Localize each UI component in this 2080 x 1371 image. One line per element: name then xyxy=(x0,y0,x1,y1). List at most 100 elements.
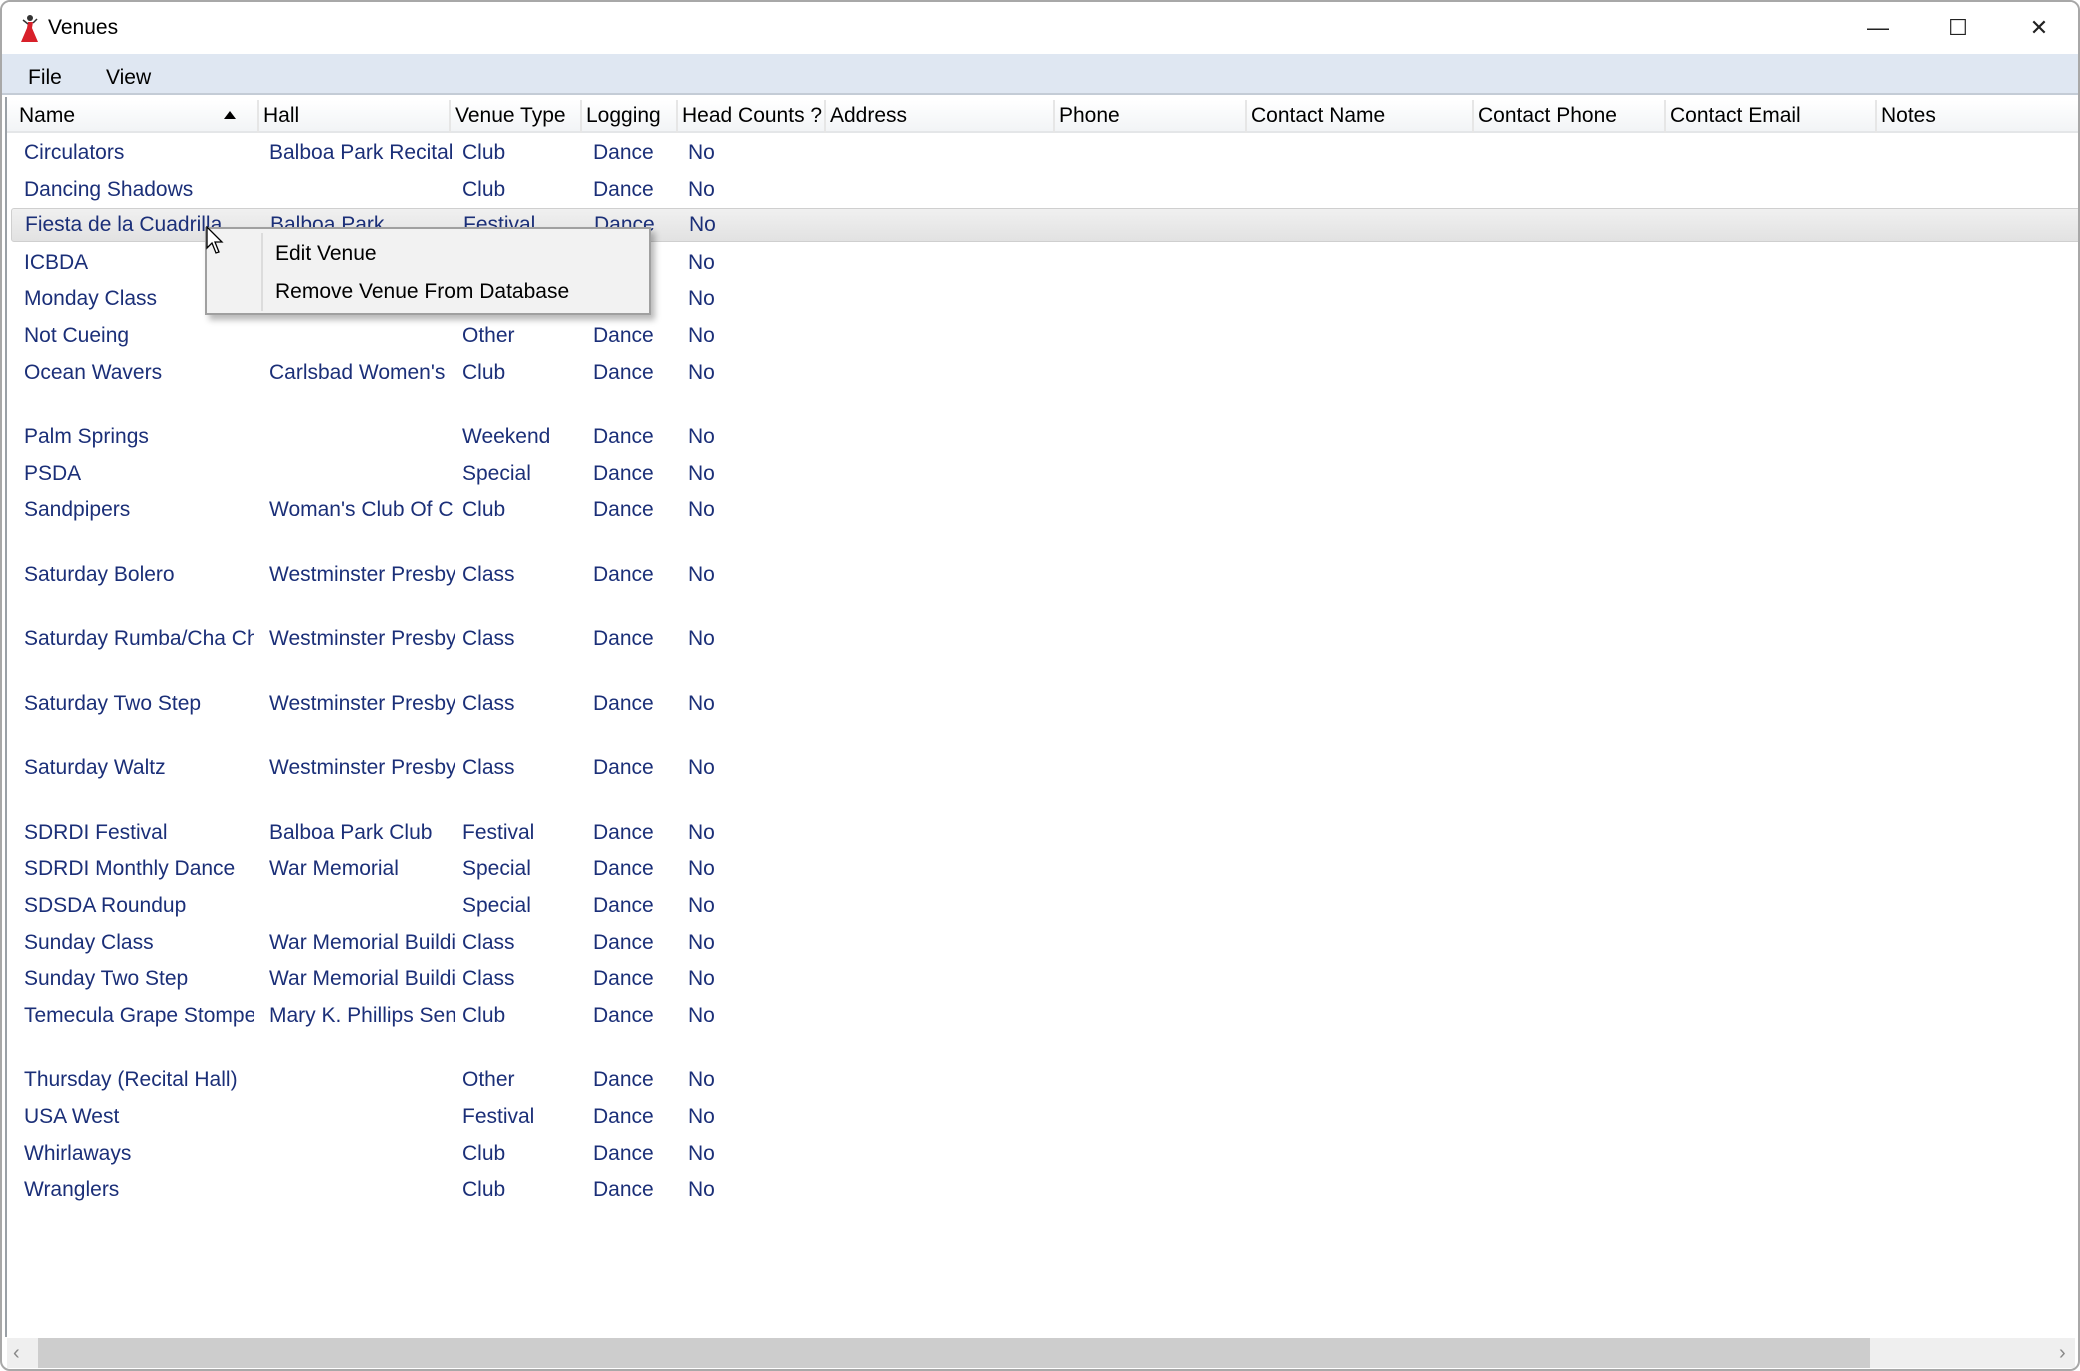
cell-head-counts: No xyxy=(688,967,715,991)
cell-logging: Dance xyxy=(593,756,654,780)
table-row[interactable]: PSDA Special Dance No xyxy=(7,456,2077,493)
cell-head-counts: No xyxy=(688,250,715,274)
cell-venue-type: Class xyxy=(462,691,515,715)
cell-hall xyxy=(269,888,455,924)
table-row[interactable]: Wranglers Club Dance No xyxy=(7,1172,2077,1209)
cell-name: Saturday Two Step xyxy=(24,691,202,715)
red-dancer-icon xyxy=(21,15,38,42)
scroll-right-icon[interactable]: › xyxy=(2059,1342,2066,1365)
cell-venue-type: Weekend xyxy=(462,425,551,449)
column-header-name[interactable]: Name xyxy=(15,100,259,133)
cell-venue-type: Other xyxy=(462,1068,515,1092)
cell-hall xyxy=(269,318,455,354)
column-header-logging[interactable]: Logging xyxy=(582,100,678,133)
column-header-contact-phone[interactable]: Contact Phone xyxy=(1474,100,1666,133)
cell-logging: Dance xyxy=(593,691,654,715)
cell-hall xyxy=(269,1172,455,1208)
cell-head-counts: No xyxy=(688,691,715,715)
table-row[interactable]: USA West Festival Dance No xyxy=(7,1099,2077,1136)
table-row[interactable]: Temecula Grape Stomper Mary K. Phillips S… xyxy=(7,998,2077,1063)
column-header-phone[interactable]: Phone xyxy=(1055,100,1247,133)
cell-hall: Woman's Club Of C xyxy=(269,498,454,522)
cell-venue-type: Club xyxy=(462,1178,506,1202)
cell-head-counts: No xyxy=(688,324,715,347)
cell-venue-type: Club xyxy=(462,360,506,384)
cell-hall: War Memorial Building xyxy=(269,930,455,954)
close-button[interactable]: ✕ xyxy=(1999,6,2078,50)
edit-venue-menu-item[interactable]: Edit Venue xyxy=(263,235,649,273)
cell-name: Thursday (Recital Hall) xyxy=(24,1068,238,1092)
table-row[interactable]: Whirlaways Club Dance No xyxy=(7,1136,2077,1173)
table-row[interactable]: Saturday Rumba/Cha Cha Westminster Presby… xyxy=(7,621,2077,686)
cell-hall: Westminster Presbyterian xyxy=(269,627,455,651)
cell-venue-type: Special xyxy=(462,461,531,485)
table-row[interactable]: SDRDI Festival Balboa Park Club Festival Da… xyxy=(7,815,2077,852)
cell-head-counts: No xyxy=(688,461,715,485)
maximize-button[interactable]: ☐ xyxy=(1918,6,1998,50)
minimize-button[interactable]: — xyxy=(1838,6,1918,50)
table-row[interactable]: Circulators Balboa Park Recital Hall Club D… xyxy=(7,135,2077,172)
table-row[interactable]: Sunday Class War Memorial Building Class Da… xyxy=(7,925,2077,962)
cell-name: Saturday Waltz xyxy=(24,756,166,780)
table-row[interactable]: Saturday Two Step Westminster Presbyteria… xyxy=(7,686,2077,751)
cell-venue-type: Festival xyxy=(462,1104,535,1128)
cell-hall: Balboa Park Recital Hall xyxy=(269,141,455,164)
cell-logging: Dance xyxy=(593,627,654,651)
column-header-hall[interactable]: Hall xyxy=(259,100,451,133)
table-row[interactable]: Dancing Shadows Club Dance No xyxy=(7,172,2077,209)
column-header-contact-name[interactable]: Contact Name xyxy=(1247,100,1474,133)
table-row[interactable]: Saturday Waltz Westminster Presbyterian Cl… xyxy=(7,750,2077,815)
cell-name: Temecula Grape Stomper xyxy=(24,1003,254,1027)
cell-venue-type: Special xyxy=(462,894,531,917)
venues-window: Venues — ☐ ✕ File View Name Hall Venue Typ… xyxy=(0,0,2080,1371)
cell-logging: Dance xyxy=(593,498,654,522)
table-row[interactable]: Not Cueing Other Dance No xyxy=(7,318,2077,355)
column-header-address[interactable]: Address xyxy=(826,100,1055,133)
table-row[interactable]: Sunday Two Step War Memorial Building Clas… xyxy=(7,961,2077,998)
column-header-head-counts[interactable]: Head Counts ? xyxy=(678,100,826,133)
cell-name: Whirlaways xyxy=(24,1141,132,1165)
cell-venue-type: Festival xyxy=(462,820,535,844)
table-row[interactable]: Palm Springs Weekend Dance No xyxy=(7,419,2077,456)
column-header-notes[interactable]: Notes xyxy=(1877,100,2078,133)
cell-logging: Dance xyxy=(593,1178,654,1202)
table-row[interactable]: SDSDA Roundup Special Dance No xyxy=(7,888,2077,925)
cell-head-counts: No xyxy=(688,1003,715,1027)
title-bar[interactable]: Venues — ☐ ✕ xyxy=(2,2,2078,54)
menu-file[interactable]: File xyxy=(28,66,62,90)
table-row[interactable]: Saturday Bolero Westminster Presbyterian C… xyxy=(7,557,2077,622)
cell-head-counts: No xyxy=(688,857,715,881)
table-row[interactable]: Ocean Wavers Carlsbad Women's Club Dance No xyxy=(7,355,2077,420)
cell-name: Sandpipers xyxy=(24,498,131,522)
remove-venue-menu-item[interactable]: Remove Venue From Database xyxy=(263,273,649,311)
cell-head-counts: No xyxy=(688,177,715,201)
cell-head-counts: No xyxy=(688,894,715,917)
sort-ascending-icon[interactable] xyxy=(224,111,236,119)
cell-logging: Dance xyxy=(593,1068,654,1092)
scroll-left-icon[interactable]: ‹ xyxy=(13,1342,20,1365)
column-header-venue-type[interactable]: Venue Type xyxy=(451,100,582,133)
cell-logging: Dance xyxy=(593,562,654,586)
cell-name: USA West xyxy=(24,1104,120,1128)
cell-logging: Dance xyxy=(593,1003,654,1027)
cell-logging: Dance xyxy=(593,141,654,164)
table-row[interactable]: Sandpipers Woman's Club Of C Club Dance No xyxy=(7,492,2077,557)
horizontal-scrollbar[interactable]: ‹ › xyxy=(7,1338,2075,1368)
cell-venue-type: Class xyxy=(462,756,515,780)
cell-hall xyxy=(269,1062,455,1098)
cell-venue-type: Class xyxy=(462,967,515,991)
table-header: Name Hall Venue Type Logging Head Counts ? Ad… xyxy=(7,100,2078,133)
column-header-contact-email[interactable]: Contact Email xyxy=(1666,100,1877,133)
mouse-cursor-icon xyxy=(206,226,224,254)
cell-name: Dancing Shadows xyxy=(24,177,194,201)
cell-head-counts: No xyxy=(688,1141,715,1165)
table-row[interactable]: SDRDI Monthly Dance War Memorial Special Da… xyxy=(7,851,2077,888)
cell-name: Palm Springs xyxy=(24,425,149,449)
table-row[interactable]: Thursday (Recital Hall) Other Dance No xyxy=(7,1062,2077,1099)
menu-view[interactable]: View xyxy=(106,66,151,90)
cell-name: SDSDA Roundup xyxy=(24,894,187,917)
cell-head-counts: No xyxy=(689,213,716,237)
cell-hall: War Memorial Building xyxy=(269,967,455,991)
scrollbar-thumb[interactable] xyxy=(38,1338,1870,1368)
cell-logging: Dance xyxy=(593,324,654,347)
